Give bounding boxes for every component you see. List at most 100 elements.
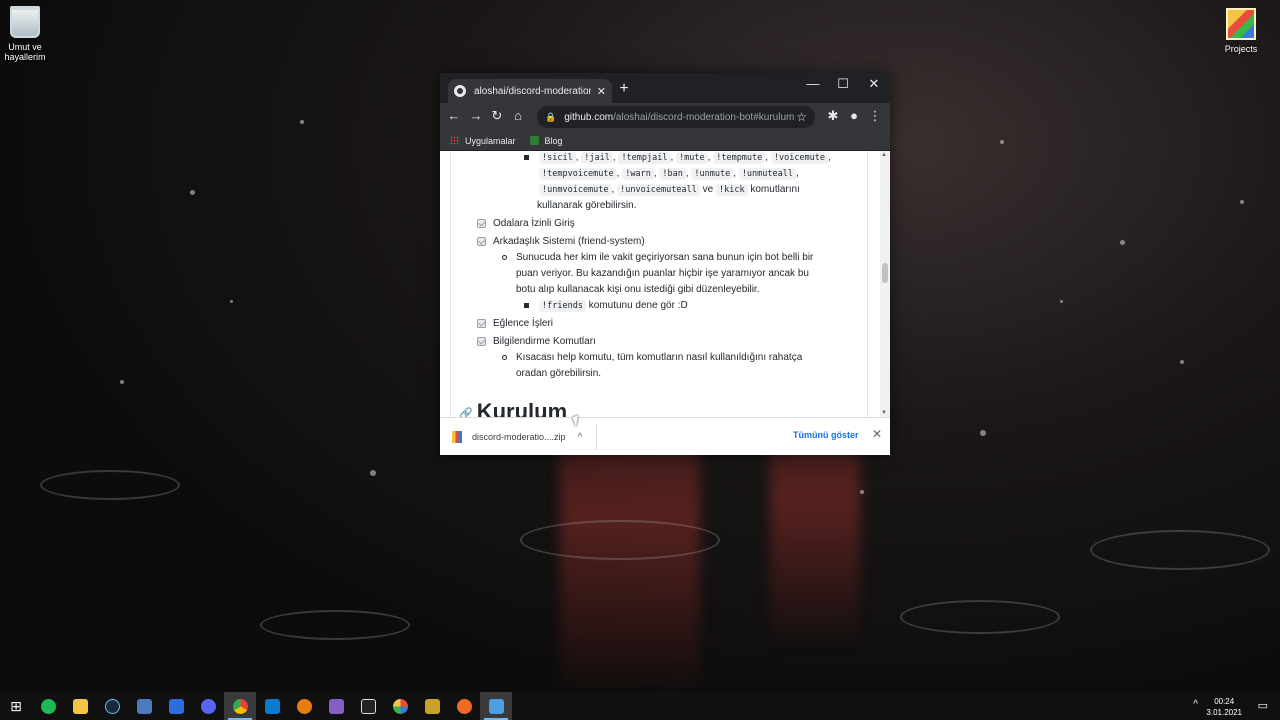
heading-text: Kurulum (476, 399, 568, 417)
bilgi-desc-text: Kısacası help komutu, tüm komutların nas… (516, 352, 803, 363)
github-icon (454, 85, 466, 97)
taskbar: ⊞ ^ 00:24 3.01.2021 ▭ (0, 692, 1280, 720)
friends-tail: komutunu dene gör :D (588, 300, 688, 311)
clock-time: 00:24 (1214, 697, 1235, 706)
cmd: !friends (539, 300, 586, 312)
app-icon[interactable] (160, 692, 192, 720)
steam-icon[interactable] (96, 692, 128, 720)
cmd: !kick (715, 184, 748, 196)
desktop-icon-recycle-bin[interactable]: Umut ve hayallerim (0, 6, 60, 62)
task-label: Bilgilendirme Komutları (493, 336, 596, 347)
tab-close-icon[interactable]: ✕ (597, 85, 606, 98)
spotify-icon[interactable] (32, 692, 64, 720)
photo-icon[interactable] (384, 692, 416, 720)
app-icon-3[interactable] (448, 692, 480, 720)
arkadas-desc-text: Sunucuda her kim ile vakit geçiriyorsan … (516, 252, 814, 263)
tab-github[interactable]: aloshai/discord-moderation-bot ✕ (448, 79, 612, 103)
new-tab-button[interactable]: + (614, 80, 634, 98)
scrollbar[interactable]: ▲ ▼ (880, 151, 890, 417)
app-icon-4[interactable] (480, 692, 512, 720)
commands-line-3: !unmvoicemute, !unvoicemuteall ve !kick … (539, 184, 800, 196)
bilgi-desc-2: oradan görebilirsin. (516, 368, 602, 379)
bookmark-apps[interactable]: Uygulamalar (450, 136, 516, 146)
address-bar[interactable]: 🔒 github.com /aloshai/discord-moderation… (537, 106, 815, 128)
bookmark-star-icon[interactable]: ☆ (796, 110, 807, 124)
cmd: !unmuteall (738, 168, 796, 180)
extensions-icon[interactable]: ✱ (824, 108, 842, 124)
unity-icon[interactable] (352, 692, 384, 720)
bookmark-blog[interactable]: Blog (529, 136, 563, 146)
page-content: !sicil, !jail, !tempjail, !mute, !tempmu… (440, 151, 890, 417)
clock-date: 3.01.2021 (1206, 708, 1242, 717)
recycle-bin-icon (10, 6, 40, 38)
blog-icon (529, 136, 539, 145)
task-item-bilgi: Bilgilendirme Komutları (477, 336, 596, 347)
menu-icon[interactable]: ⋮ (866, 108, 884, 124)
chevron-up-icon[interactable]: ^ (578, 432, 583, 443)
commands-line-2: !tempvoicemute, !warn, !ban, !unmute, !u… (539, 168, 799, 180)
cmd: !warn (622, 168, 654, 180)
home-button[interactable]: ⌂ (509, 108, 527, 123)
vscode-icon[interactable] (256, 692, 288, 720)
title-bar: aloshai/discord-moderation-bot ✕ + — ☐ ✕ (440, 73, 890, 103)
tray-chevron-up-icon[interactable]: ^ (1193, 699, 1198, 710)
show-all-button[interactable]: Tümünü göster (793, 430, 859, 440)
maximize-button[interactable]: ☐ (828, 76, 858, 92)
start-icon[interactable]: ⊞ (0, 692, 32, 720)
kullanarak-text: kullanarak görebilirsin. (537, 200, 637, 211)
divider (596, 424, 597, 450)
cmd: !mute (676, 152, 708, 164)
url-path: /aloshai/discord-moderation-bot#kurulum (613, 111, 795, 123)
kick-tail: komutlarını (750, 184, 800, 195)
square-bullet (524, 302, 529, 308)
winrar-folder-icon (1226, 8, 1256, 40)
square-bullet (524, 154, 529, 160)
bookmarks-bar: Uygulamalar Blog (440, 131, 890, 151)
discord-icon[interactable] (192, 692, 224, 720)
checkbox-checked-icon (477, 318, 486, 328)
circle-bullet (502, 354, 507, 360)
arkadas-desc-3: botu alıp kullanacak kişi onu istediği g… (516, 284, 760, 295)
download-bar-close-icon[interactable]: ✕ (872, 427, 882, 441)
profile-icon[interactable]: ● (845, 108, 863, 123)
scroll-down-icon[interactable]: ▼ (881, 410, 887, 416)
cmd: !unmute (691, 168, 734, 180)
cmd: !unmvoicemute (539, 184, 612, 196)
minimize-button[interactable]: — (798, 76, 828, 91)
task-label: Arkadaşlık Sistemi (friend-system) (493, 236, 645, 247)
bookmark-label: Uygulamalar (465, 135, 516, 146)
calculator-icon[interactable] (128, 692, 160, 720)
browser-toolbar: ← → ↻ ⌂ 🔒 github.com /aloshai/discord-mo… (440, 103, 890, 131)
system-clock[interactable]: 00:24 3.01.2021 (1206, 696, 1242, 718)
visual-studio-icon[interactable] (320, 692, 352, 720)
app-icon-2[interactable] (416, 692, 448, 720)
scroll-up-icon[interactable]: ▲ (881, 152, 887, 158)
desktop-icon-label: Projects (1224, 44, 1258, 54)
forward-button[interactable]: → (467, 108, 485, 123)
chrome-icon[interactable] (224, 692, 256, 720)
download-item[interactable]: discord-moderatio....zip ^ (452, 428, 597, 446)
download-file-name: discord-moderatio....zip (472, 432, 566, 442)
task-item-odalar: Odalara İzinli Giriş (477, 218, 575, 229)
file-explorer-icon[interactable] (64, 692, 96, 720)
back-button[interactable]: ← (445, 108, 463, 123)
cmd: !voicemute (770, 152, 829, 164)
browser-window: aloshai/discord-moderation-bot ✕ + — ☐ ✕… (440, 73, 890, 455)
reload-button[interactable]: ↻ (488, 108, 506, 124)
desktop-icon-projects[interactable]: Projects (1206, 8, 1276, 54)
close-button[interactable]: ✕ (859, 76, 889, 92)
lock-icon: 🔒 (545, 111, 557, 122)
desktop-icon-label-2: hayallerim (4, 52, 46, 62)
cmd: !unvoicemuteall (617, 184, 700, 196)
ve-text: ve (702, 184, 714, 195)
cmd: !jail (581, 152, 613, 164)
anchor-link-icon[interactable]: 🔗 (459, 408, 473, 417)
url-host: github.com (564, 111, 614, 123)
blender-icon[interactable] (288, 692, 320, 720)
checkbox-checked-icon (477, 336, 486, 346)
zip-file-icon (452, 431, 462, 443)
task-item-arkadas: Arkadaşlık Sistemi (friend-system) (477, 236, 645, 247)
notification-icon[interactable]: ▭ (1258, 699, 1268, 712)
apps-grid-icon (450, 136, 459, 145)
scrollbar-thumb[interactable] (882, 263, 888, 283)
